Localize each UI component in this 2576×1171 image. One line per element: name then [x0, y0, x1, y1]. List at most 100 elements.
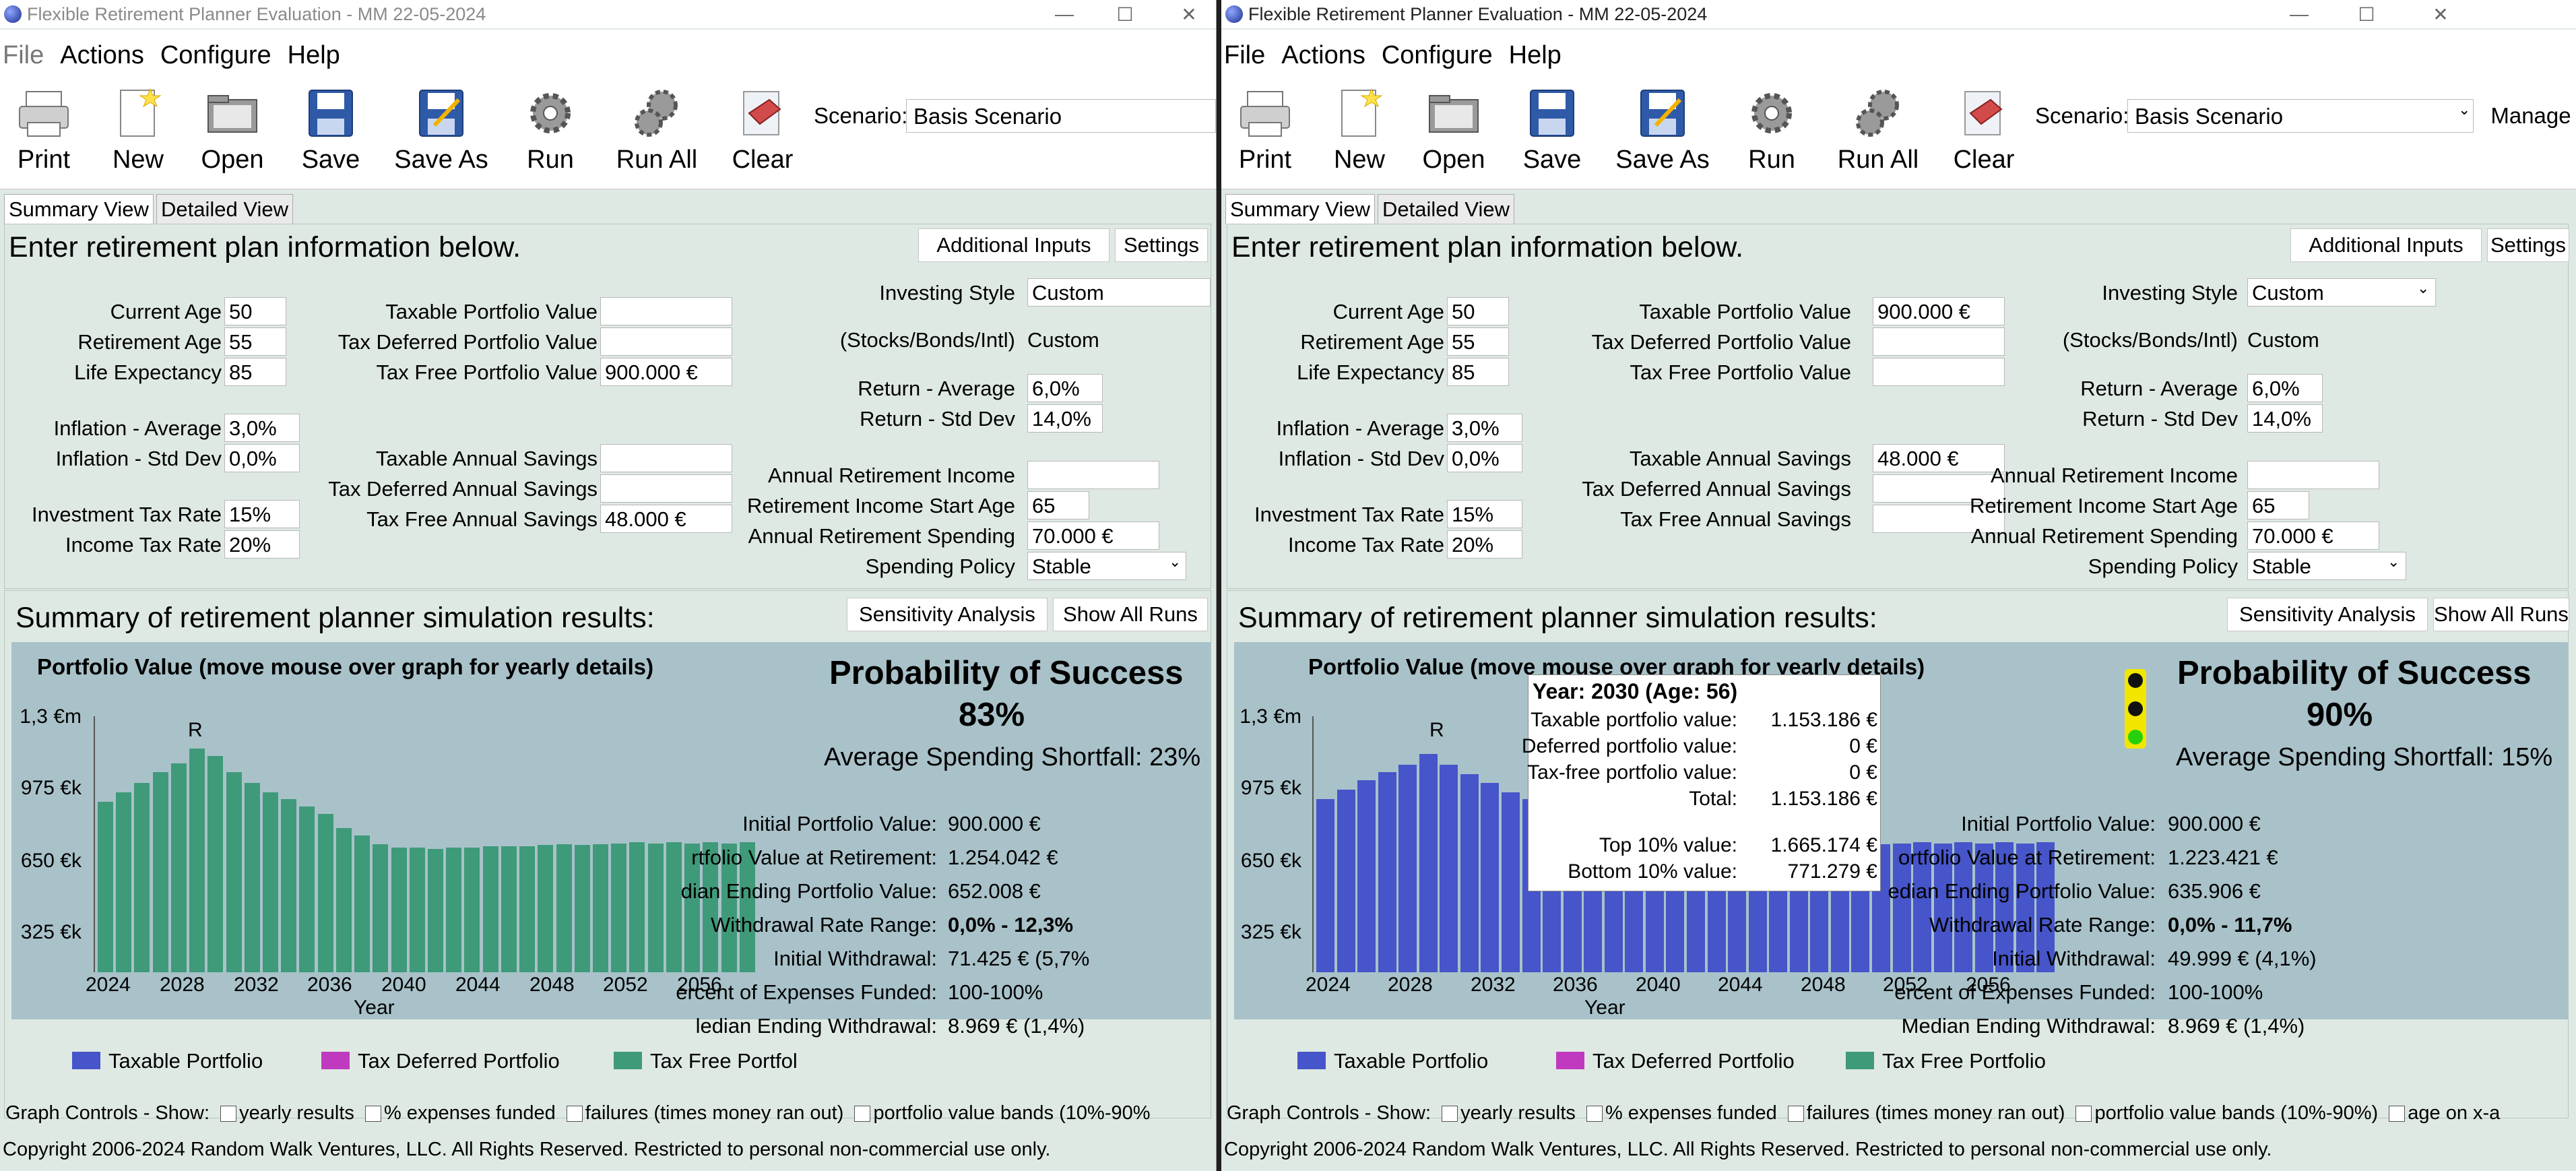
chart-bar[interactable]	[575, 845, 590, 972]
open-button[interactable]: Open	[1417, 81, 1491, 189]
minimize-icon[interactable]: —	[2265, 0, 2333, 28]
chart-bar[interactable]	[263, 792, 278, 972]
close-icon[interactable]: ✕	[1155, 0, 1216, 28]
scenario-select[interactable]: Basis Scenario	[906, 99, 1216, 133]
chart-bar[interactable]	[556, 844, 572, 972]
chart-bar[interactable]	[483, 846, 498, 972]
chart-bar[interactable]	[593, 844, 608, 972]
print-button[interactable]: Print	[1228, 81, 1302, 189]
chart-bar[interactable]	[464, 848, 480, 972]
retirement-age-field[interactable]: 55	[224, 327, 286, 356]
chart-bar[interactable]	[299, 806, 315, 972]
tab-summary-view[interactable]: Summary View	[4, 194, 154, 224]
graph-area[interactable]: Portfolio Value (move mouse over graph f…	[1234, 642, 2568, 1038]
taxable-savings-field[interactable]: 48.000 €	[1873, 444, 2005, 472]
inflation-std-field[interactable]: 0,0%	[224, 444, 300, 472]
expenses-funded-checkbox[interactable]	[1586, 1106, 1603, 1122]
value-bands-checkbox[interactable]	[2075, 1106, 2092, 1122]
chart-bar[interactable]	[428, 849, 443, 972]
annual-spending-field[interactable]: 70.000 €	[2247, 521, 2379, 550]
chart-bar[interactable]	[391, 848, 407, 972]
yearly-results-checkbox[interactable]	[220, 1106, 237, 1122]
chart-bar[interactable]	[373, 844, 388, 972]
menu-file[interactable]: File	[1224, 41, 1265, 70]
chart-bar[interactable]	[116, 792, 131, 972]
maximize-icon[interactable]: ☐	[1091, 0, 1159, 28]
chart-bar[interactable]	[1419, 754, 1438, 972]
chart-bar[interactable]	[1460, 774, 1479, 972]
scenario-select[interactable]: Basis Scenario	[2127, 99, 2474, 133]
chart-bar[interactable]	[1316, 799, 1334, 972]
chart-bar[interactable]	[1502, 792, 1520, 972]
spending-policy-select[interactable]: Stable	[1027, 552, 1186, 580]
tax-deferred-portfolio-field[interactable]	[1873, 327, 2005, 356]
run-all-button[interactable]: Run All	[613, 81, 701, 189]
run-button[interactable]: Run	[1735, 81, 1809, 189]
chart-bar[interactable]	[629, 842, 645, 972]
chart-bar[interactable]	[501, 846, 517, 972]
income-start-age-field[interactable]: 65	[1027, 491, 1089, 519]
open-button[interactable]: Open	[195, 81, 269, 189]
print-button[interactable]: Print	[7, 81, 81, 189]
chart-bar[interactable]	[1337, 790, 1355, 972]
menu-help[interactable]: Help	[288, 41, 340, 70]
chart-bar[interactable]	[171, 763, 187, 972]
chart-bar[interactable]	[134, 783, 150, 972]
failures-checkbox[interactable]	[1787, 1106, 1804, 1122]
run-all-button[interactable]: Run All	[1834, 81, 1922, 189]
taxable-savings-field[interactable]	[600, 444, 732, 472]
chart-bar[interactable]	[648, 844, 664, 972]
investment-tax-field[interactable]: 15%	[1447, 500, 1522, 528]
expenses-funded-checkbox[interactable]	[364, 1106, 381, 1122]
save-as-button[interactable]: Save As	[391, 81, 492, 189]
investment-tax-field[interactable]: 15%	[224, 500, 300, 528]
menu-actions[interactable]: Actions	[1281, 41, 1365, 70]
chart-bar[interactable]	[281, 799, 296, 972]
clear-button[interactable]: Clear	[1947, 81, 2021, 189]
income-tax-field[interactable]: 20%	[1447, 530, 1522, 559]
new-button[interactable]: New	[1322, 81, 1396, 189]
menu-file[interactable]: File	[3, 41, 44, 70]
save-button[interactable]: Save	[294, 81, 368, 189]
chart-bar[interactable]	[1357, 780, 1376, 972]
close-icon[interactable]: ✕	[2407, 0, 2474, 28]
spending-policy-select[interactable]: Stable	[2247, 552, 2406, 580]
chart-bar[interactable]	[1378, 772, 1396, 972]
inflation-std-field[interactable]: 0,0%	[1447, 444, 1522, 472]
maximize-icon[interactable]: ☐	[2333, 0, 2400, 28]
annual-spending-field[interactable]: 70.000 €	[1027, 521, 1159, 550]
income-tax-field[interactable]: 20%	[224, 530, 300, 559]
chart-bar[interactable]	[189, 749, 205, 972]
chart-bar[interactable]	[519, 846, 535, 972]
tax-free-portfolio-field[interactable]: 900.000 €	[600, 358, 732, 386]
tab-summary-view[interactable]: Summary View	[1225, 194, 1375, 224]
life-expectancy-field[interactable]: 85	[224, 358, 286, 386]
minimize-icon[interactable]: —	[1031, 0, 1098, 28]
return-std-field[interactable]: 14,0%	[1027, 404, 1103, 433]
chart-bar[interactable]	[538, 845, 553, 972]
current-age-field[interactable]: 50	[224, 297, 286, 325]
chart-bar[interactable]	[98, 802, 113, 972]
retirement-age-field[interactable]: 55	[1447, 327, 1509, 356]
chart-bar[interactable]	[410, 848, 425, 972]
investing-style-select[interactable]: Custom	[2247, 278, 2436, 307]
chart-bar[interactable]	[318, 814, 333, 972]
manage-button[interactable]: Manage	[2484, 99, 2576, 133]
chart-bar[interactable]	[207, 756, 223, 972]
show-all-runs-button[interactable]: Show All Runs	[1053, 598, 1208, 631]
tab-detailed-view[interactable]: Detailed View	[1378, 194, 1514, 224]
age-on-x-axis-checkbox[interactable]	[2389, 1106, 2406, 1122]
chart-bar[interactable]	[354, 835, 370, 972]
menu-actions[interactable]: Actions	[60, 41, 144, 70]
chart-bar[interactable]	[1440, 765, 1458, 972]
return-std-field[interactable]: 14,0%	[2247, 404, 2323, 433]
income-start-age-field[interactable]: 65	[2247, 491, 2309, 519]
sensitivity-analysis-button[interactable]: Sensitivity Analysis	[2227, 598, 2428, 631]
tax-deferred-portfolio-field[interactable]	[600, 327, 732, 356]
chart-bar[interactable]	[245, 783, 260, 972]
value-bands-checkbox[interactable]	[854, 1106, 871, 1122]
chart-bar[interactable]	[1398, 765, 1417, 972]
taxable-portfolio-field[interactable]: 900.000 €	[1873, 297, 2005, 325]
settings-button[interactable]: Settings	[2487, 228, 2569, 262]
settings-button[interactable]: Settings	[1115, 228, 1208, 262]
